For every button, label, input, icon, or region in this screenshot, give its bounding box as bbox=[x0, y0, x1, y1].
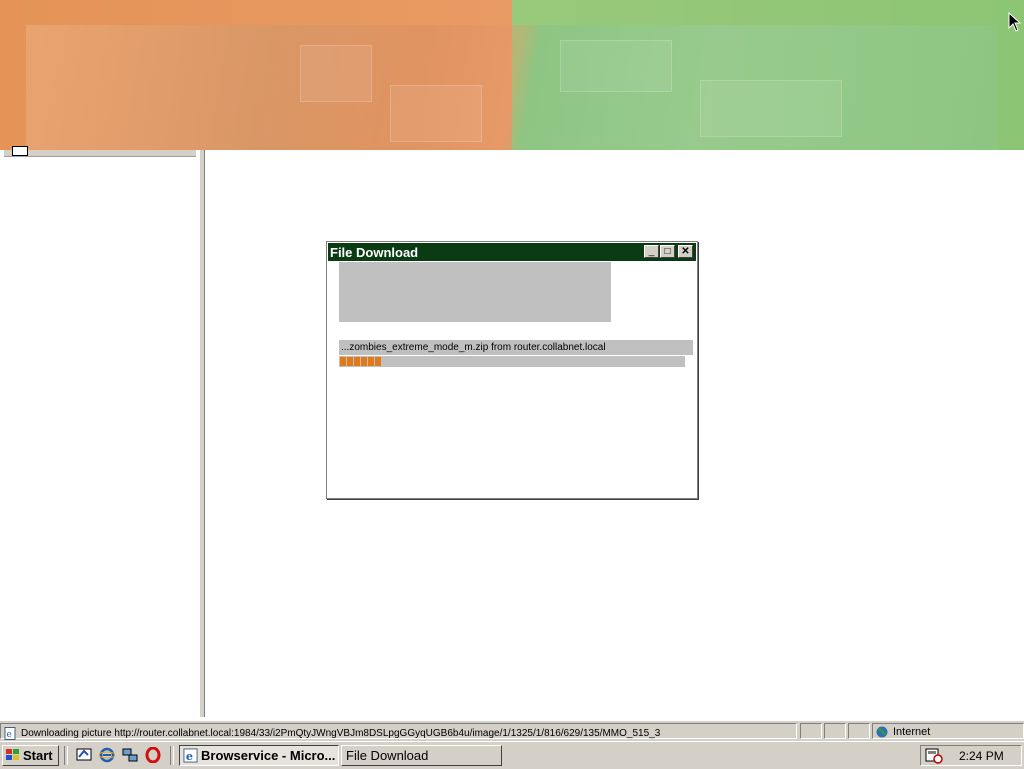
banner-tile bbox=[560, 40, 672, 92]
task-browservice[interactable]: e Browservice - Micro... bbox=[179, 745, 339, 766]
status-text-pane: e Downloading picture http://router.coll… bbox=[0, 723, 797, 740]
zone-label: Internet bbox=[893, 726, 931, 738]
header-banner bbox=[0, 0, 1024, 150]
tree-item-icon bbox=[12, 146, 28, 156]
banner-tile bbox=[390, 85, 482, 142]
network-icon[interactable] bbox=[122, 747, 138, 763]
progress-block bbox=[368, 357, 374, 366]
banner-tile bbox=[700, 80, 842, 137]
ie-task-icon: e bbox=[183, 748, 198, 763]
task-label: Browservice - Micro... bbox=[201, 748, 336, 763]
status-pane-extra bbox=[848, 723, 870, 739]
tree-item[interactable] bbox=[4, 146, 196, 157]
status-pane-lock bbox=[824, 723, 846, 739]
system-tray: 2:24 PM bbox=[920, 745, 1022, 766]
mouse-cursor-icon bbox=[1008, 12, 1022, 32]
task-label: File Download bbox=[346, 748, 429, 763]
left-pane[interactable] bbox=[0, 146, 200, 717]
dialog-title: File Download bbox=[330, 245, 419, 260]
svg-text:e: e bbox=[7, 730, 12, 740]
scheduler-icon[interactable] bbox=[925, 748, 943, 764]
status-text: Downloading picture http://router.collab… bbox=[21, 728, 661, 739]
toolbar-separator bbox=[64, 746, 68, 765]
taskbar: Start e Browservice - Micro... File Down… bbox=[0, 741, 1024, 769]
file-download-dialog: File Download _ □ ✕ ...zombies_extreme_m… bbox=[326, 241, 698, 499]
start-label: Start bbox=[23, 748, 53, 763]
start-button[interactable]: Start bbox=[2, 745, 59, 766]
opera-icon[interactable] bbox=[145, 747, 161, 763]
windows-logo-icon bbox=[6, 749, 19, 760]
progress-block bbox=[354, 357, 360, 366]
download-animation bbox=[339, 262, 611, 322]
dialog-titlebar[interactable]: File Download _ □ ✕ bbox=[328, 243, 696, 261]
download-file-label: ...zombies_extreme_mode_m.zip from route… bbox=[339, 340, 693, 355]
banner-tile bbox=[300, 45, 372, 102]
zone-pane: Internet bbox=[872, 723, 1024, 739]
minimize-button[interactable]: _ bbox=[644, 245, 659, 258]
status-bar: e Downloading picture http://router.coll… bbox=[0, 720, 1024, 742]
show-desktop-icon[interactable] bbox=[76, 747, 92, 763]
globe-icon bbox=[876, 726, 888, 738]
svg-text:e: e bbox=[186, 749, 193, 763]
progress-block bbox=[361, 357, 367, 366]
toolbar-separator bbox=[170, 746, 174, 765]
internet-explorer-icon[interactable] bbox=[99, 747, 115, 763]
maximize-button[interactable]: □ bbox=[660, 245, 675, 258]
task-file-download[interactable]: File Download bbox=[341, 745, 502, 766]
page-icon: e bbox=[4, 727, 16, 740]
progress-block bbox=[347, 357, 353, 366]
progress-block bbox=[375, 357, 381, 366]
banner-overlay bbox=[26, 25, 998, 150]
close-button[interactable]: ✕ bbox=[678, 245, 693, 258]
download-progress-bar bbox=[339, 356, 685, 367]
progress-fill bbox=[340, 357, 382, 366]
progress-block bbox=[340, 357, 346, 366]
clock[interactable]: 2:24 PM bbox=[959, 749, 1004, 763]
status-pane-progress bbox=[800, 723, 822, 739]
